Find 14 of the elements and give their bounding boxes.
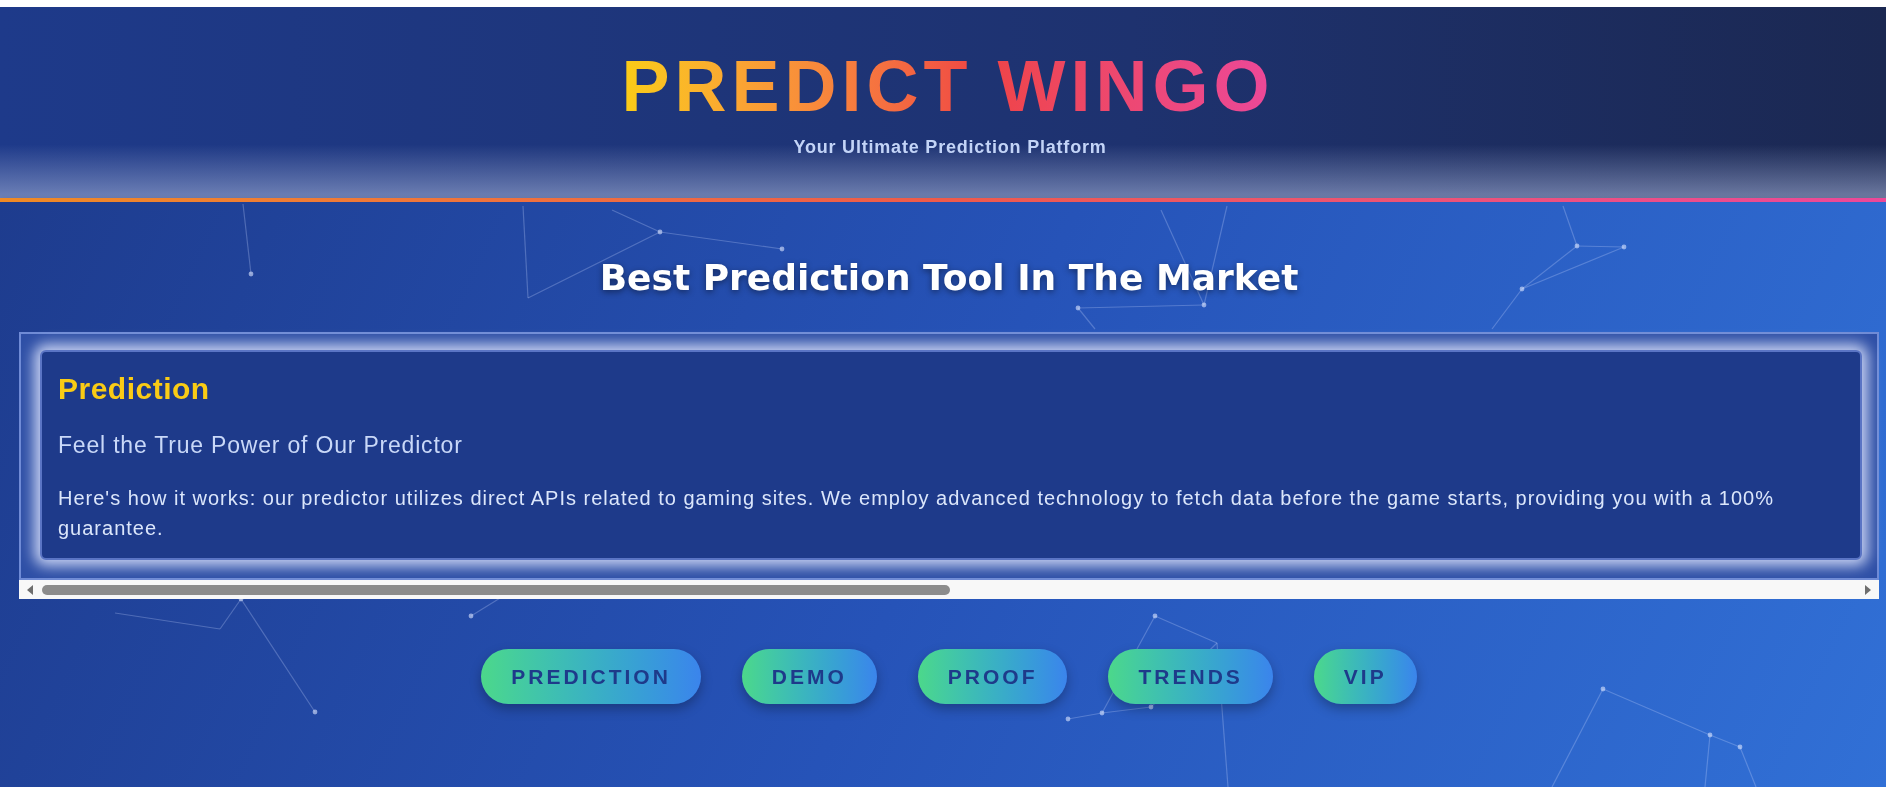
nav-button[interactable]: VIP bbox=[1313, 649, 1417, 704]
section-heading: Best Prediction Tool In The Market bbox=[599, 260, 1299, 296]
nav-button[interactable]: PREDICTION bbox=[481, 649, 701, 704]
scroll-right-icon[interactable] bbox=[1865, 584, 1871, 595]
nav-button[interactable]: PROOF bbox=[917, 649, 1068, 704]
scrollbar-thumb[interactable] bbox=[42, 584, 950, 595]
site-tagline: Your Ultimate Prediction Platform bbox=[793, 138, 1107, 156]
card-description: Here's how it works: our predictor utilizes direct APIs related to gaming sites. We employ advanced technology to fetch data before the game starts, providing you with a 100% guarantee. bbox=[58, 486, 1776, 541]
horizontal-scrollbar[interactable] bbox=[19, 580, 1879, 599]
card-subtitle: Feel the True Power of Our Predictor bbox=[58, 431, 463, 460]
card-title: Prediction bbox=[58, 372, 210, 406]
scroll-left-icon[interactable] bbox=[27, 584, 33, 595]
nav-button[interactable]: TRENDS bbox=[1108, 649, 1273, 704]
nav-button[interactable]: DEMO bbox=[741, 649, 877, 704]
